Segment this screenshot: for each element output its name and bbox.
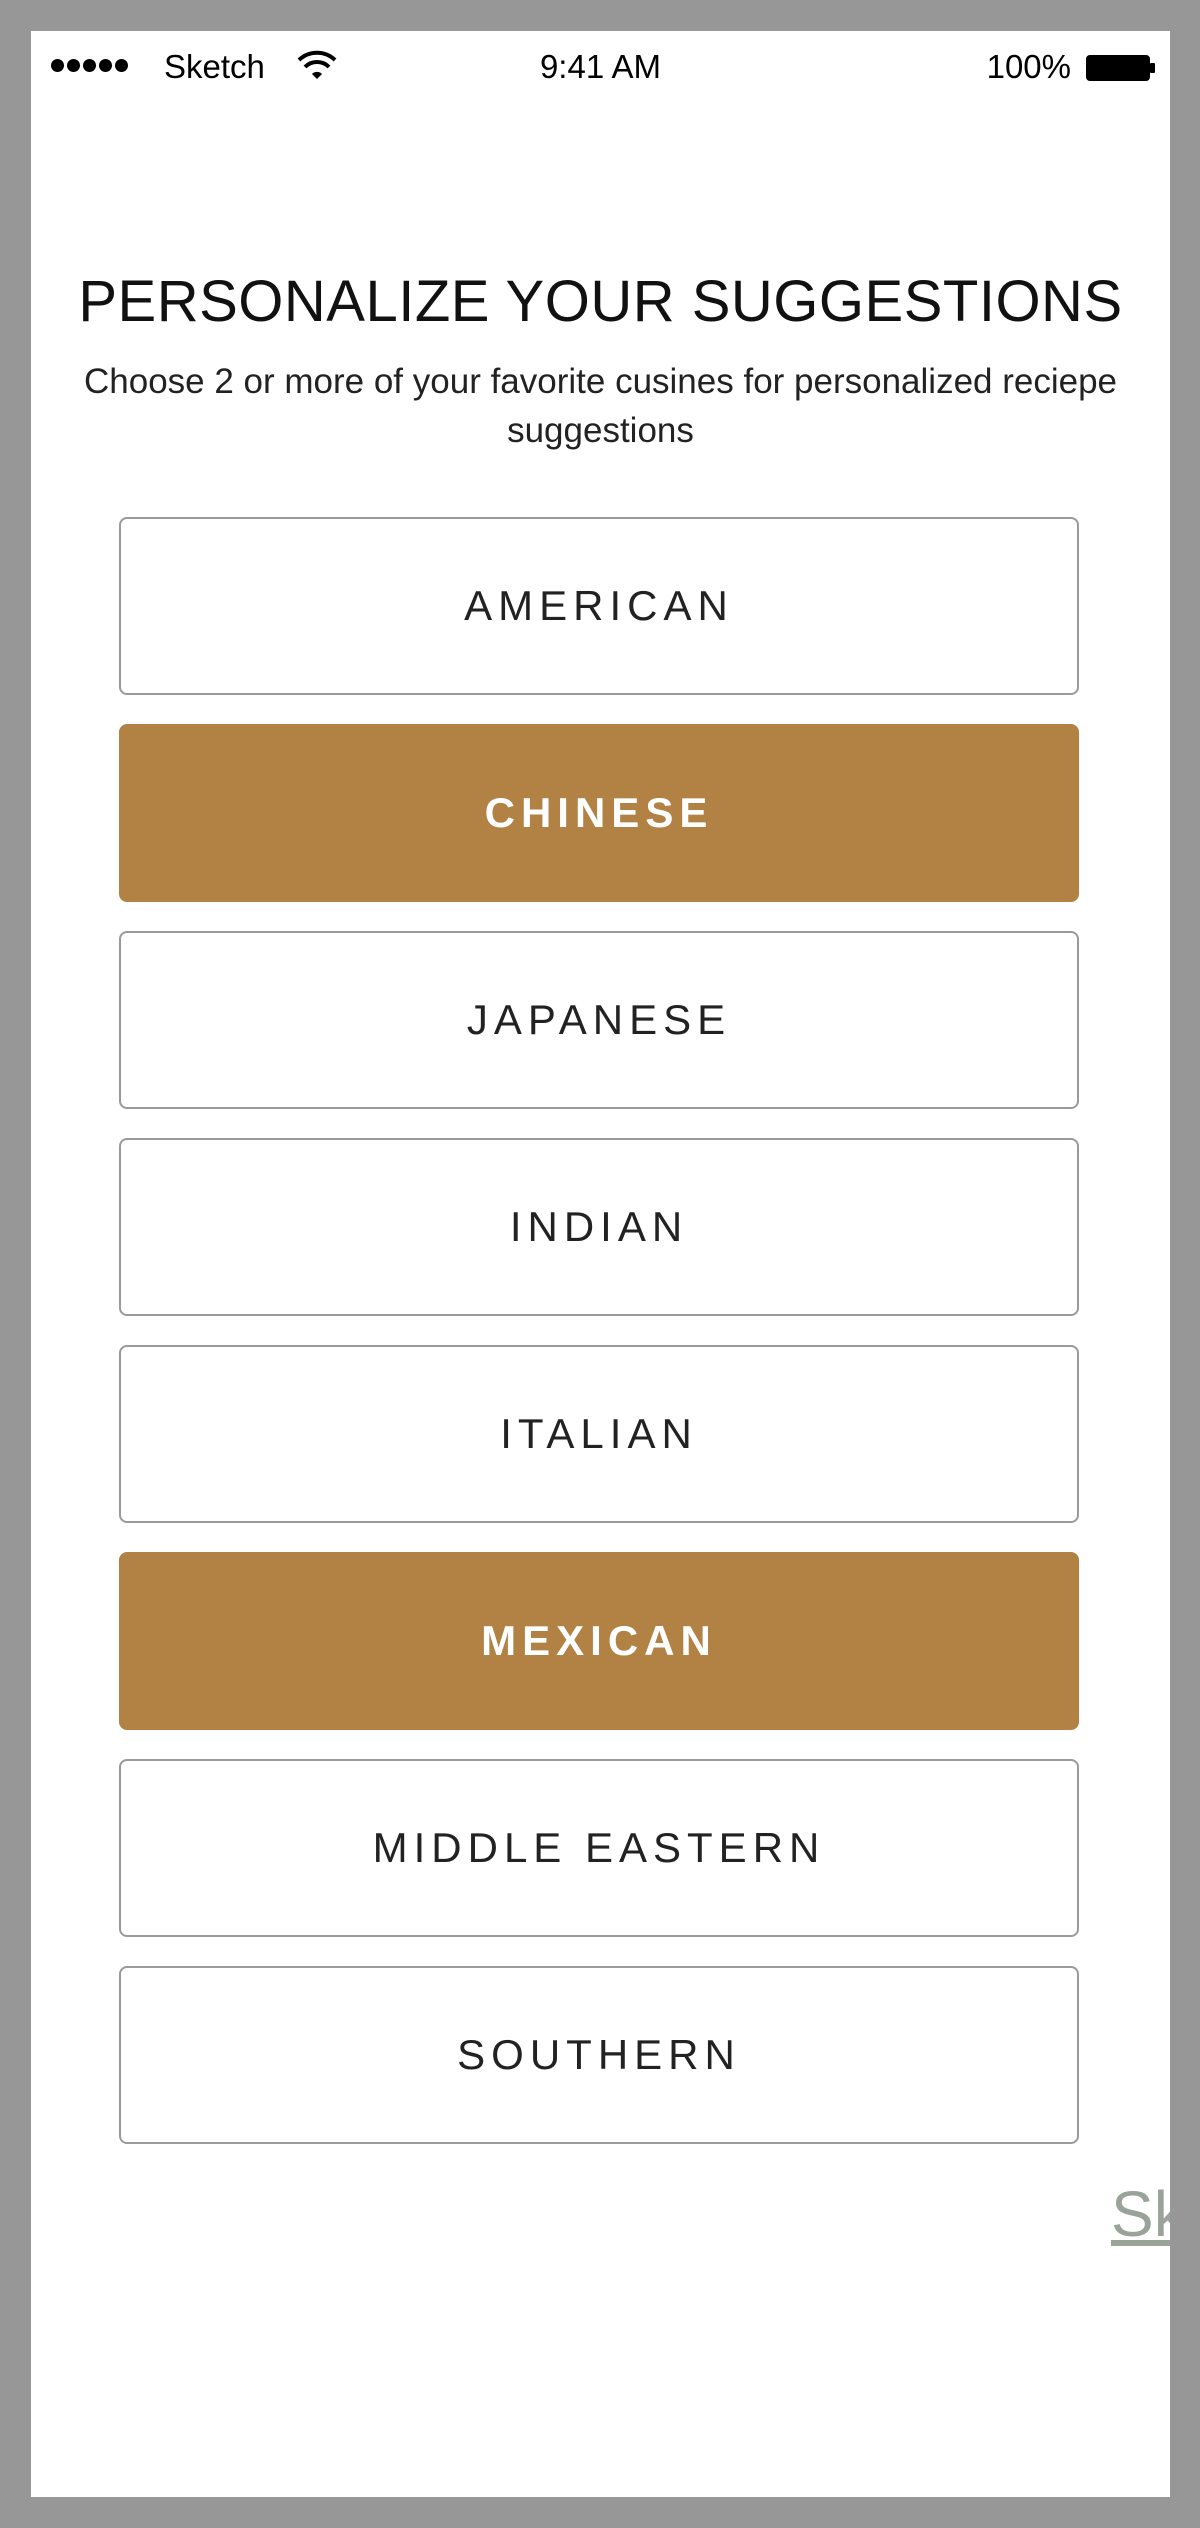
phone-screen: Sketch 9:41 AM 100% PERSONALIZE YOUR SUG…: [31, 31, 1170, 2497]
status-bar: Sketch 9:41 AM 100%: [31, 31, 1170, 103]
cuisine-option-italian[interactable]: ITALIAN: [119, 1345, 1079, 1523]
cuisine-option-indian[interactable]: INDIAN: [119, 1138, 1079, 1316]
cuisine-option-chinese[interactable]: CHINESE: [119, 724, 1079, 902]
battery-icon: [1086, 55, 1155, 81]
battery-percentage: 100%: [986, 48, 1071, 85]
page-title: PERSONALIZE YOUR SUGGESTIONS: [78, 269, 1123, 334]
cuisine-option-southern[interactable]: SOUTHERN: [119, 1966, 1079, 2144]
page-subtitle: Choose 2 or more of your favorite cusine…: [83, 362, 1118, 450]
skip-link[interactable]: Sk: [1111, 2177, 1170, 2251]
cuisine-option-japanese[interactable]: JAPANESE: [119, 931, 1079, 1109]
cuisine-option-american[interactable]: AMERICAN: [119, 517, 1079, 695]
cuisine-option-mexican[interactable]: MEXICAN: [119, 1552, 1079, 1730]
cuisine-option-middle-eastern[interactable]: MIDDLE EASTERN: [119, 1759, 1079, 1937]
